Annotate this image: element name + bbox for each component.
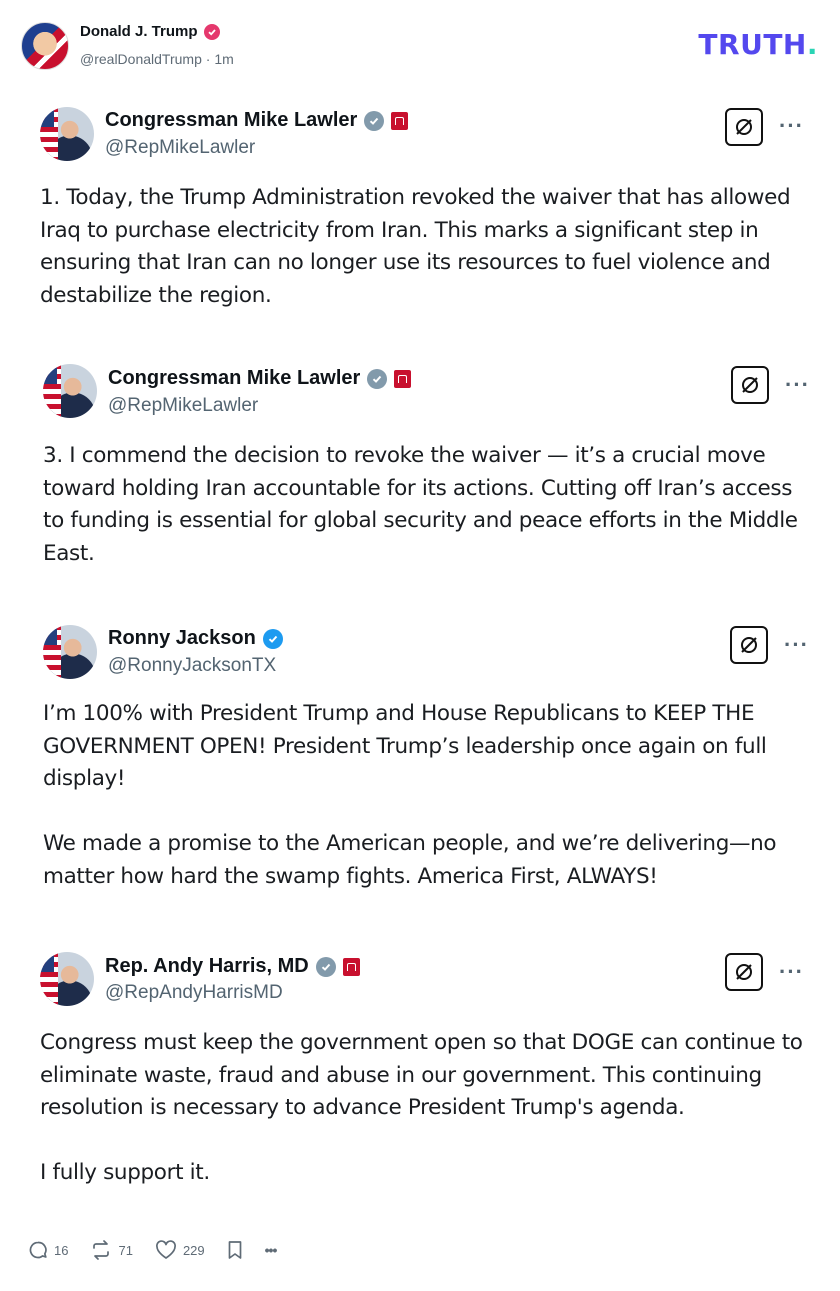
more-actions-button[interactable]: ••• [264,1242,278,1258]
post-author-handle: @RepMikeLawler [105,137,256,158]
truth-logo-text: TRUTH [698,28,807,61]
like-count: 229 [182,1242,205,1258]
more-actions-icon: ••• [264,1242,278,1258]
verified-blue-icon [262,628,283,649]
bookmark-button[interactable] [227,1240,243,1260]
post-author-handle: @RepAndyHarrisMD [105,982,283,1003]
more-options-icon: ··· [785,372,810,397]
reply-icon [29,1241,47,1259]
post-avatar [40,107,94,161]
bookmark-icon [228,1241,241,1259]
post-author-row: Ronny Jackson [108,627,283,650]
post-text: I’m 100% with President Trump and House … [43,701,777,889]
retruth-count: 71 [118,1242,133,1258]
post-actions-bar: 16 71 229 ••• [28,1240,298,1260]
retruth-button[interactable]: 71 [90,1240,133,1260]
more-options-icon: ··· [784,632,809,657]
post-avatar [43,625,97,679]
author-name[interactable]: Donald J. Trump [80,23,198,40]
post-author-handle: @RonnyJacksonTX [108,655,277,676]
post-text: 1. Today, the Trump Administration revok… [40,185,791,308]
post-author-row: Rep. Andy Harris, MD [105,955,360,978]
post-author-name: Ronny Jackson [108,627,256,649]
post-text: Congress must keep the government open s… [40,1030,803,1185]
heart-icon [155,1240,176,1259]
post-author-row: Congressman Mike Lawler [105,109,409,132]
post-author-name: Congressman Mike Lawler [105,109,358,131]
retruth-icon [93,1240,110,1260]
reply-button[interactable]: 16 [28,1240,68,1260]
government-flag-icon [394,369,412,388]
post-author-name: Congressman Mike Lawler [108,367,361,389]
post-avatar [40,952,94,1006]
government-flag-icon [342,957,360,976]
x-logo-icon [731,366,769,404]
post-time[interactable]: 1m [214,51,233,67]
post-author-handle: @RepMikeLawler [108,395,259,416]
like-button[interactable]: 229 [155,1240,205,1260]
verified-gray-icon [367,368,388,389]
x-logo-icon [730,626,768,664]
x-logo-icon [725,953,763,991]
post-author-name: Rep. Andy Harris, MD [105,955,309,977]
truth-logo-dot: . [806,28,818,61]
author-avatar[interactable] [21,22,69,70]
author-handle[interactable]: @realDonaldTrump [80,51,202,67]
post-author-row: Congressman Mike Lawler [108,367,412,390]
verified-gray-icon [364,110,385,131]
x-logo-icon [725,108,763,146]
author-name-row[interactable]: Donald J. Trump [80,23,220,40]
author-handle-row: @realDonaldTrump · 1m [80,51,234,67]
more-options-icon: ··· [779,113,804,138]
reply-count: 16 [54,1242,69,1258]
more-options-icon: ··· [779,959,804,984]
verified-gray-icon [315,956,336,977]
government-flag-icon [391,111,409,130]
post-text: 3. I commend the decision to revoke the … [43,443,798,566]
post-avatar [43,364,97,418]
verified-badge-icon [203,23,220,40]
truth-logo[interactable]: TRUTH. [698,28,818,61]
